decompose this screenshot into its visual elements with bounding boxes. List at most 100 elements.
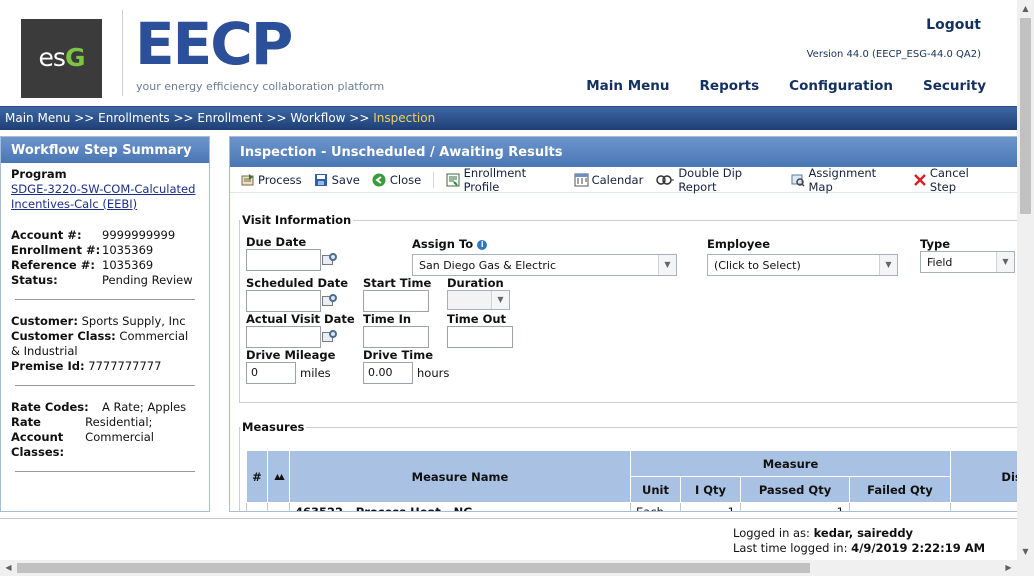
action-toolbar: Process Save Close Enrollment Profile Ca…	[230, 166, 1018, 194]
customer-row: Customer: Sports Supply, Inc	[11, 314, 186, 328]
breadcrumb-path[interactable]: Main Menu >> Enrollments >> Enrollment >…	[5, 111, 373, 125]
start-time-label: Start Time	[363, 276, 432, 290]
inspection-panel: Inspection - Unscheduled / Awaiting Resu…	[229, 136, 1018, 512]
footer: Logged in as: kedar, saireddy Last time …	[0, 518, 1018, 560]
column-header-disp: Disp	[950, 450, 1018, 503]
esg-logo-text: es	[38, 43, 66, 72]
time-out-label: Time Out	[447, 312, 507, 326]
drive-time-label: Drive Time	[363, 348, 434, 362]
measures-legend: Measures	[242, 420, 305, 434]
disp-cell	[950, 502, 1018, 511]
date-picker-icon[interactable]	[322, 330, 338, 344]
assignment-map-button[interactable]: Assignment Map	[791, 166, 900, 194]
column-header-unit: Unit	[630, 476, 681, 503]
rate-account-row: Rate Account Classes: Residential; Commer…	[11, 415, 154, 459]
chevron-down-icon: ▼	[996, 252, 1014, 272]
row-expand-icon[interactable]: ▲	[267, 502, 290, 511]
last-login-row: Last time logged in: 4/9/2019 2:22:19 AM	[733, 541, 986, 555]
calendar-button[interactable]: Calendar	[574, 173, 643, 187]
nav-main-menu[interactable]: Main Menu	[586, 78, 669, 94]
enrollment-profile-button[interactable]: Enrollment Profile	[446, 166, 561, 194]
cancel-step-button[interactable]: Cancel Step	[912, 166, 996, 194]
breadcrumb-current: Inspection	[373, 111, 436, 125]
row-number: 1	[246, 502, 268, 511]
actual-visit-date-label: Actual Visit Date	[246, 312, 355, 326]
date-picker-icon[interactable]	[322, 294, 338, 308]
close-button[interactable]: Close	[372, 173, 421, 187]
assign-to-select[interactable]: San Diego Gas & Electric ▼	[412, 254, 677, 276]
failed-qty-cell[interactable]	[849, 502, 951, 511]
double-dip-report-button[interactable]: Double Dip Report	[655, 166, 779, 194]
drive-mileage-input[interactable]: 0	[246, 362, 296, 384]
esg-logo: esG	[21, 19, 102, 98]
start-time-input[interactable]	[363, 290, 429, 312]
map-icon	[791, 173, 805, 187]
eecp-tagline: your energy efficiency collaboration pla…	[136, 80, 385, 93]
scroll-up-icon[interactable]: ▲	[1017, 0, 1034, 17]
time-out-input[interactable]	[447, 326, 513, 348]
column-header-iqty: I Qty	[680, 476, 741, 503]
logout-link[interactable]: Logout	[926, 17, 981, 33]
type-select[interactable]: Field ▼	[920, 251, 1015, 273]
column-header-measure-name[interactable]: Measure Name	[289, 450, 631, 503]
actual-visit-date-input[interactable]	[246, 326, 321, 348]
vertical-scrollbar[interactable]: ▲ ▼	[1017, 0, 1034, 560]
horizontal-scrollbar[interactable]: ◀ ▶	[0, 560, 1034, 576]
enrollment-row: Enrollment #: 1035369	[11, 243, 154, 257]
time-in-input[interactable]	[363, 326, 429, 348]
employee-select[interactable]: (Click to Select) ▼	[707, 254, 898, 276]
save-button[interactable]: Save	[314, 173, 360, 187]
type-label: Type	[920, 237, 951, 251]
measures-table: # ▲▲ Measure Name Measure Disp Unit I Qt…	[246, 450, 1018, 511]
divider	[15, 299, 195, 300]
back-arrow-icon	[372, 173, 387, 187]
column-header-failed-qty: Failed Qty	[849, 476, 951, 503]
scheduled-date-input[interactable]	[246, 290, 321, 312]
column-header-measure-group: Measure	[630, 450, 951, 477]
save-icon	[314, 173, 329, 187]
divider	[15, 471, 195, 472]
account-row: Account #: 9999999999	[11, 228, 176, 242]
assign-to-label: Assign To i	[412, 237, 488, 251]
program-label: Program	[11, 167, 67, 181]
nav-security[interactable]: Security	[923, 78, 986, 94]
eecp-logo: EECP	[135, 10, 293, 78]
reference-row: Reference #: 1035369	[11, 258, 154, 272]
calendar-icon	[574, 173, 589, 187]
drive-time-input[interactable]: 0.00	[363, 362, 413, 384]
toolbar-separator	[433, 171, 435, 188]
date-picker-icon[interactable]	[322, 253, 338, 267]
scrollbar-thumb[interactable]	[17, 563, 810, 573]
customer-class-row: Customer Class: Commercial & Industrial	[11, 329, 189, 358]
nav-reports[interactable]: Reports	[700, 78, 760, 94]
program-link[interactable]: SDGE-3220-SW-COM-Calculated Incentives-C…	[11, 182, 199, 212]
due-date-input[interactable]	[246, 249, 321, 271]
rate-codes-row: Rate Codes: A Rate; Apples	[11, 400, 187, 414]
employee-label: Employee	[707, 237, 771, 251]
profile-icon	[446, 173, 460, 187]
scroll-down-icon[interactable]: ▼	[1017, 543, 1034, 560]
top-nav: Main Menu Reports Configuration Security	[556, 78, 986, 94]
cancel-x-icon	[912, 173, 926, 187]
scroll-left-icon[interactable]: ◀	[0, 560, 17, 576]
scheduled-date-label: Scheduled Date	[246, 276, 349, 290]
scroll-right-icon[interactable]: ▶	[1000, 560, 1017, 576]
table-row[interactable]: 1 ▲ 463522 - Process Heat - NG Each 1 1	[246, 502, 1018, 511]
version-label: Version 44.0 (EECP_ESG-44.0 QA2)	[806, 49, 981, 60]
scrollbar-thumb[interactable]	[1020, 18, 1031, 214]
sort-icon[interactable]: ▲▲	[267, 450, 290, 503]
passed-qty-cell[interactable]: 1	[740, 502, 850, 511]
status-row: Status: Pending Review	[11, 273, 193, 287]
sidebar-title: Workflow Step Summary	[1, 137, 209, 163]
drive-mileage-label: Drive Mileage	[246, 348, 336, 362]
time-in-label: Time In	[363, 312, 412, 326]
eecp-logo-text-left: EEC	[135, 10, 253, 78]
duration-select[interactable]: ▼	[447, 290, 510, 310]
esg-logo-g: G	[64, 43, 86, 72]
miles-label: miles	[300, 366, 331, 380]
info-icon[interactable]: i	[477, 240, 488, 250]
workflow-step-summary: Workflow Step Summary Program SDGE-3220-…	[0, 136, 210, 512]
process-button[interactable]: Process	[240, 173, 302, 187]
due-date-label: Due Date	[246, 235, 307, 249]
nav-configuration[interactable]: Configuration	[789, 78, 893, 94]
